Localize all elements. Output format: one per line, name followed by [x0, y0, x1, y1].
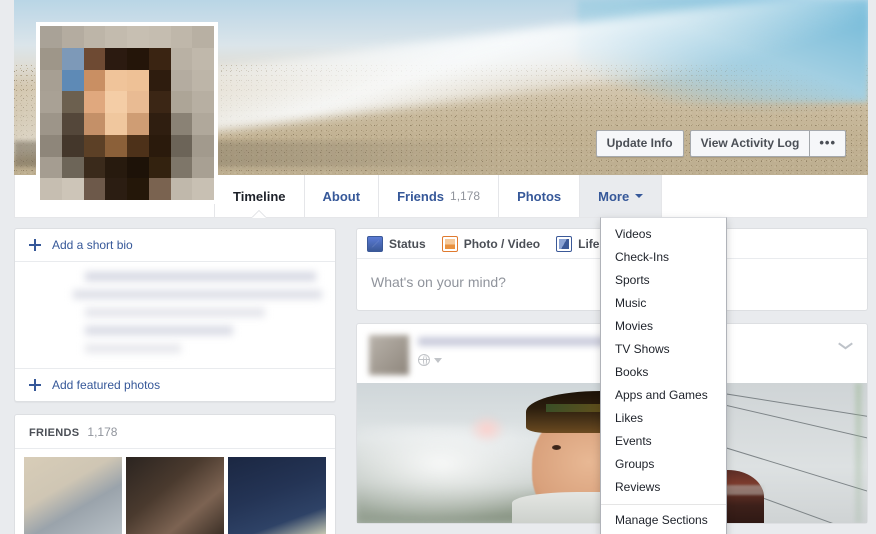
friends-card-title: FRIENDS [29, 427, 80, 439]
life-event-icon [556, 236, 573, 252]
friends-card: FRIENDS 1,178 [14, 414, 336, 534]
friends-card-header: FRIENDS 1,178 [15, 415, 335, 449]
dropdown-item-likes[interactable]: Likes [601, 407, 726, 430]
add-short-bio-button[interactable]: Add a short bio [15, 229, 335, 261]
intro-card: Add a short bio Add featured photos [14, 228, 336, 402]
photo-green-edge [855, 383, 862, 523]
chevron-down-icon [434, 357, 442, 363]
dropdown-item-manage-sections[interactable]: Manage Sections [601, 509, 726, 532]
tab-photos-label: Photos [517, 188, 562, 204]
tab-friends-label: Friends [397, 188, 445, 204]
add-featured-photos-button[interactable]: Add featured photos [15, 369, 335, 401]
profile-picture[interactable] [36, 22, 218, 204]
pencil-icon [367, 236, 383, 252]
tab-friends-count: 1,178 [450, 189, 481, 203]
composer-tab-photo-video[interactable]: Photo / Video [441, 236, 541, 252]
page-right-gutter [868, 0, 876, 534]
tab-more-label: More [598, 188, 630, 204]
dropdown-item-tv-shows[interactable]: TV Shows [601, 338, 726, 361]
facebook-profile-page: Update Info View Activity Log ••• Timeli… [0, 0, 876, 534]
dropdown-item-books[interactable]: Books [601, 361, 726, 384]
composer-tab-status-label: Status [389, 237, 426, 251]
photo-icon [441, 236, 458, 252]
dropdown-item-music[interactable]: Music [601, 292, 726, 315]
activity-log-button-group: View Activity Log ••• [689, 130, 846, 157]
left-sidebar: Add a short bio Add featured photos FRIE… [14, 228, 336, 534]
tab-timeline[interactable]: Timeline [215, 175, 305, 217]
dropdown-item-apps-and-games[interactable]: Apps and Games [601, 384, 726, 407]
plus-icon [29, 239, 41, 251]
friend-thumbnail[interactable] [126, 457, 224, 534]
cover-action-buttons: Update Info View Activity Log ••• [595, 130, 846, 157]
nav-filler [662, 175, 867, 217]
tab-photos[interactable]: Photos [499, 175, 581, 217]
dropdown-divider [601, 504, 726, 505]
update-info-button[interactable]: Update Info [595, 130, 684, 157]
profile-picture-pixelated-image [40, 26, 214, 200]
friend-thumbnail[interactable] [24, 457, 122, 534]
dropdown-item-groups[interactable]: Groups [601, 453, 726, 476]
composer-tab-photo-video-label: Photo / Video [463, 237, 541, 251]
globe-icon [418, 354, 430, 366]
tab-friends[interactable]: Friends 1,178 [379, 175, 500, 217]
chevron-down-icon [635, 194, 644, 198]
intro-blurred-content [15, 262, 335, 368]
dropdown-item-check-ins[interactable]: Check-Ins [601, 246, 726, 269]
add-short-bio-label: Add a short bio [52, 238, 133, 252]
composer-tab-status[interactable]: Status [367, 236, 426, 252]
dropdown-item-reviews[interactable]: Reviews [601, 476, 726, 499]
tab-about[interactable]: About [305, 175, 380, 217]
tab-about-label: About [322, 188, 361, 204]
dropdown-item-videos[interactable]: Videos [601, 223, 726, 246]
photo-lens-flare [468, 413, 507, 444]
dropdown-item-events[interactable]: Events [601, 430, 726, 453]
view-activity-log-button[interactable]: View Activity Log [689, 130, 811, 157]
tab-more[interactable]: More [580, 175, 663, 217]
post-options-chevron-icon[interactable] [837, 338, 855, 356]
post-author-avatar[interactable] [369, 335, 409, 375]
friends-card-count: 1,178 [87, 425, 118, 439]
dropdown-item-sports[interactable]: Sports [601, 269, 726, 292]
dropdown-item-movies[interactable]: Movies [601, 315, 726, 338]
more-dropdown-menu: Videos Check-Ins Sports Music Movies TV … [600, 217, 727, 534]
plus-icon [29, 379, 41, 391]
friends-thumbnail-grid [15, 449, 335, 534]
more-options-ellipsis-button[interactable]: ••• [810, 130, 846, 157]
photo-subject-eye [552, 444, 562, 450]
page-left-gutter [0, 0, 14, 534]
add-featured-photos-label: Add featured photos [52, 378, 161, 392]
tab-timeline-label: Timeline [233, 188, 286, 204]
composer-placeholder: What's on your mind? [371, 274, 506, 290]
friend-thumbnail[interactable] [228, 457, 326, 534]
